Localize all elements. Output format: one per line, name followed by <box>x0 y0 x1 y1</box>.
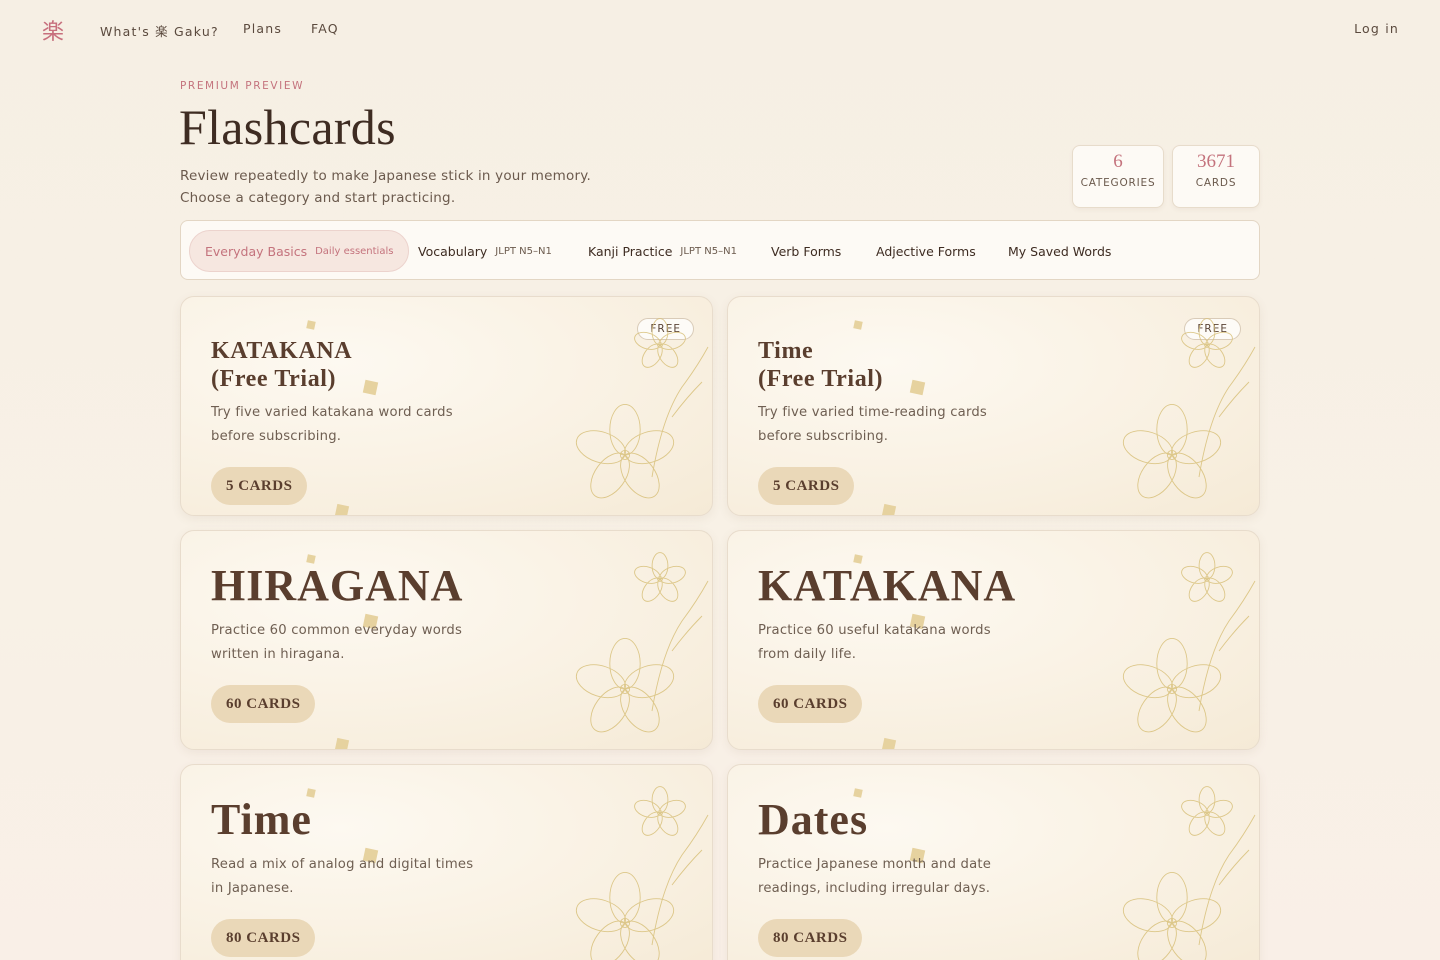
tab-adjective-forms[interactable]: Adjective Forms <box>876 230 976 272</box>
card-title: Dates <box>758 795 869 844</box>
top-nav: 楽 What's 楽 Gaku? Plans FAQ Log in <box>0 0 1440 58</box>
stat-cards: 3671 CARDS <box>1172 145 1260 208</box>
card-time-free-trial[interactable]: Time (Free Trial) Try five varied time-r… <box>727 296 1260 516</box>
confetti-decoration <box>334 737 350 749</box>
card-dates[interactable]: Dates Practice Japanese month and date r… <box>727 764 1260 960</box>
card-description-line: Practice Japanese month and date <box>758 857 992 872</box>
free-badge: FREE <box>1184 318 1241 340</box>
tab-label: Kanji Practice <box>588 243 673 259</box>
tab-sublabel: JLPT N5–N1 <box>680 245 737 257</box>
card-description-line: before subscribing. <box>211 429 342 444</box>
card-count-pill: 60 CARDS <box>211 685 316 723</box>
confetti-decoration <box>909 379 926 396</box>
tab-vocabulary[interactable]: Vocabulary JLPT N5–N1 <box>418 230 552 272</box>
sakura-icon <box>575 786 709 960</box>
card-count-pill: 80 CARDS <box>211 919 316 957</box>
free-badge: FREE <box>637 318 694 340</box>
card-title-line: Time <box>758 338 814 364</box>
card-description: Try five varied time-reading cards befor… <box>758 401 1048 449</box>
category-tabs: Everyday Basics Daily essentials Vocabul… <box>180 220 1260 280</box>
card-description-line: Practice 60 useful katakana words <box>758 623 991 638</box>
sakura-icon <box>1122 552 1256 733</box>
tab-everyday-basics[interactable]: Everyday Basics Daily essentials <box>189 230 410 272</box>
tab-label: Verb Forms <box>771 243 842 259</box>
card-count-pill: 60 CARDS <box>758 685 863 723</box>
stat-categories: 6 CATEGORIES <box>1072 145 1164 208</box>
card-description-line: written in hiragana. <box>211 647 345 662</box>
tab-label: Adjective Forms <box>876 243 976 259</box>
tab-kanji-practice[interactable]: Kanji Practice JLPT N5–N1 <box>588 230 737 272</box>
card-title: KATAKANA (Free Trial) <box>211 337 352 393</box>
card-title-line: (Free Trial) <box>211 366 337 392</box>
card-description-line: Try five varied time-reading cards <box>758 405 987 420</box>
confetti-decoration <box>881 737 897 749</box>
card-description-line: readings, including irregular days. <box>758 881 991 896</box>
card-title: Time <box>211 795 312 844</box>
card-katakana[interactable]: KATAKANA Practice 60 useful katakana wor… <box>727 530 1260 750</box>
card-description: Practice 60 useful katakana words from d… <box>758 619 1048 667</box>
card-description-line: Read a mix of analog and digital times <box>211 857 474 872</box>
card-title: KATAKANA <box>758 561 1017 610</box>
confetti-decoration <box>362 379 379 396</box>
tab-sublabel: JLPT N5–N1 <box>495 245 552 257</box>
card-title-line: KATAKANA <box>211 338 353 364</box>
nav-link-faq[interactable]: FAQ <box>311 21 339 36</box>
card-description-line: from daily life. <box>758 647 857 662</box>
nav-link-plans[interactable]: Plans <box>243 21 282 36</box>
confetti-decoration <box>881 503 897 515</box>
card-katakana-free-trial[interactable]: KATAKANA (Free Trial) Try five varied ka… <box>180 296 713 516</box>
card-description: Read a mix of analog and digital times i… <box>211 853 501 901</box>
eyebrow-label: PREMIUM PREVIEW <box>180 80 305 92</box>
confetti-decoration <box>306 320 316 330</box>
card-description: Practice 60 common everyday words writte… <box>211 619 501 667</box>
sakura-icon <box>1122 786 1256 960</box>
card-time[interactable]: Time Read a mix of analog and digital ti… <box>180 764 713 960</box>
stat-cards-label: CARDS <box>1195 177 1237 189</box>
card-description-line: in Japanese. <box>211 881 294 896</box>
card-description-line: before subscribing. <box>758 429 889 444</box>
stat-categories-value: 6 <box>1113 151 1123 172</box>
confetti-decoration <box>853 320 863 330</box>
page-title: Flashcards <box>179 99 396 155</box>
card-description-line: Try five varied katakana word cards <box>211 405 453 420</box>
tab-label: My Saved Words <box>1008 243 1112 259</box>
card-count-pill: 5 CARDS <box>211 467 308 505</box>
nav-link-whats-gaku[interactable]: What's 楽 Gaku? <box>100 21 219 40</box>
card-hiragana[interactable]: HIRAGANA Practice 60 common everyday wor… <box>180 530 713 750</box>
confetti-decoration <box>334 503 350 515</box>
tab-label: Everyday Basics <box>205 243 308 259</box>
logo[interactable]: 楽 <box>42 14 64 46</box>
subtitle-line-1: Review repeatedly to make Japanese stick… <box>180 168 591 184</box>
tab-label: Vocabulary <box>418 243 488 259</box>
sakura-icon <box>575 552 709 733</box>
tab-sublabel: Daily essentials <box>315 245 394 257</box>
card-description: Practice Japanese month and date reading… <box>758 853 1048 901</box>
stat-categories-label: CATEGORIES <box>1080 177 1156 189</box>
stat-cards-value: 3671 <box>1197 151 1235 172</box>
card-title: HIRAGANA <box>211 561 464 610</box>
card-title: Time (Free Trial) <box>758 337 883 393</box>
card-title-line: (Free Trial) <box>758 366 884 392</box>
card-description-line: Practice 60 common everyday words <box>211 623 463 638</box>
card-count-pill: 5 CARDS <box>758 467 855 505</box>
login-link[interactable]: Log in <box>1354 21 1399 36</box>
tab-my-saved-words[interactable]: My Saved Words <box>1008 230 1111 272</box>
card-count-pill: 80 CARDS <box>758 919 863 957</box>
card-description: Try five varied katakana word cards befo… <box>211 401 501 449</box>
tab-verb-forms[interactable]: Verb Forms <box>771 230 841 272</box>
subtitle-line-2: Choose a category and start practicing. <box>180 190 456 206</box>
